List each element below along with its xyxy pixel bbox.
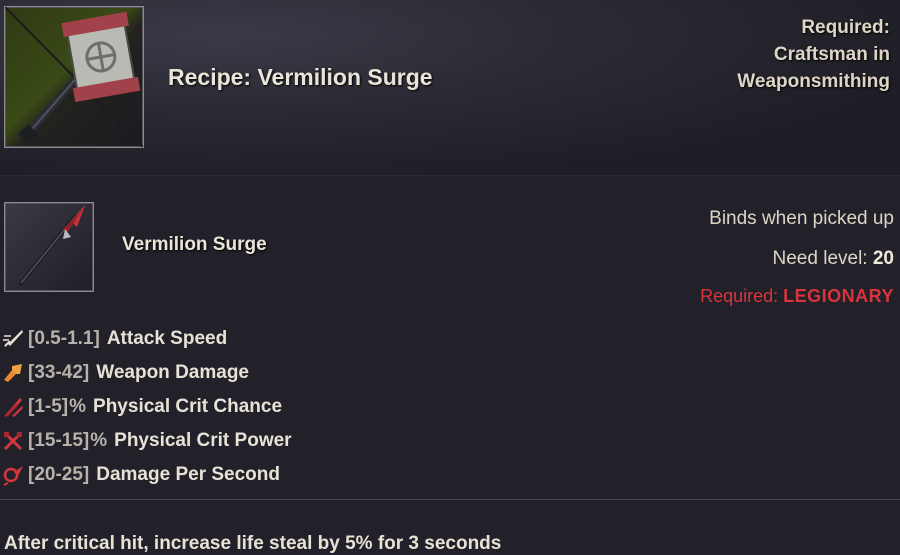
need-level: Need level: 20: [773, 248, 894, 270]
stat-label: Physical Crit Chance: [93, 396, 283, 417]
stat-unit: %: [90, 430, 108, 451]
stat-label: Physical Crit Power: [114, 430, 292, 451]
stat-row: [1-5] % Physical Crit Chance: [2, 390, 292, 424]
item-effect-text: After critical hit, increase life steal …: [4, 533, 502, 554]
stat-label: Damage Per Second: [96, 464, 280, 485]
requirement-line: Required:: [801, 17, 890, 38]
stats-divider: [0, 499, 900, 500]
header-divider: [0, 175, 900, 176]
stat-range: [1-5]: [28, 396, 69, 417]
war-hammer-recipe-icon[interactable]: [4, 6, 144, 148]
stat-range: [20-25]: [28, 464, 90, 485]
stat-range: [15-15]: [28, 430, 90, 451]
stat-range: [0.5-1.1]: [28, 328, 100, 349]
need-level-label: Need level:: [772, 248, 868, 269]
required-class: Required: LEGIONARY: [700, 286, 894, 307]
weapon-damage-icon: [4, 364, 22, 382]
spear-icon[interactable]: [4, 202, 94, 292]
stat-range: [33-42]: [28, 362, 90, 383]
crit-power-icon: [3, 431, 23, 451]
need-level-value: 20: [872, 248, 894, 269]
attack-speed-icon: [3, 330, 23, 347]
stat-label: Weapon Damage: [96, 362, 249, 383]
stat-label: Attack Speed: [106, 328, 228, 349]
stat-unit: %: [69, 396, 87, 417]
recipe-requirement: Required: Craftsman in Weaponsmithing: [737, 14, 890, 95]
requirement-line: Craftsman in: [773, 44, 890, 65]
stat-row: [0.5-1.1] Attack Speed: [2, 322, 292, 356]
required-class-value: LEGIONARY: [783, 286, 894, 306]
stat-row: [15-15] % Physical Crit Power: [2, 424, 292, 458]
binding-info: Binds when picked up: [709, 208, 894, 229]
damage-per-second-icon: [3, 466, 23, 486]
stat-row: [20-25] Damage Per Second: [2, 458, 292, 492]
item-name: Vermilion Surge: [122, 234, 267, 255]
required-class-label: Required:: [700, 286, 779, 306]
stats-list: [0.5-1.1] Attack Speed [33-42] Weapon Da…: [2, 322, 292, 492]
requirement-line: Weaponsmithing: [737, 71, 890, 92]
recipe-title: Recipe: Vermilion Surge: [168, 64, 433, 90]
crit-chance-icon: [4, 398, 23, 417]
stat-row: [33-42] Weapon Damage: [2, 356, 292, 390]
